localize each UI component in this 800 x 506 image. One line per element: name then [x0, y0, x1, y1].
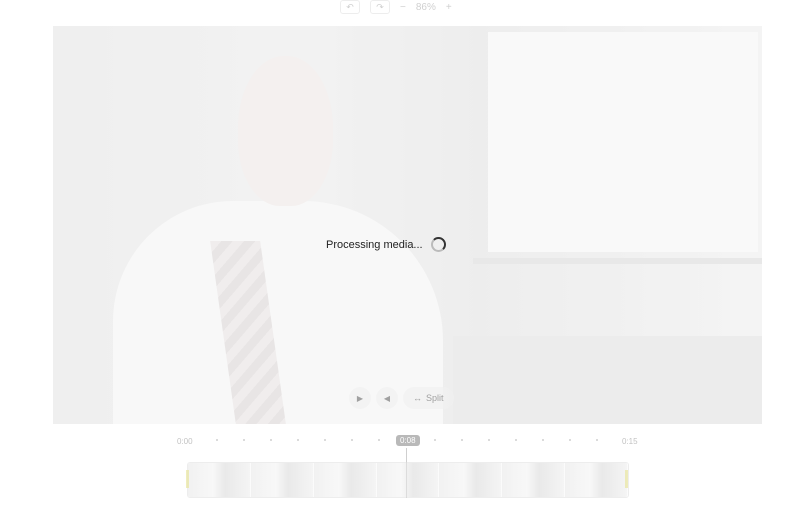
play-button[interactable]: ▶ [349, 387, 371, 409]
playhead-time[interactable]: 0:08 [396, 435, 420, 446]
ruler-tick [515, 439, 517, 441]
zoom-out-button[interactable]: − [400, 2, 406, 13]
filmstrip-frame [502, 463, 566, 497]
trim-handle-left[interactable] [186, 470, 189, 488]
ruler-tick [461, 439, 463, 441]
ruler-tick [324, 439, 326, 441]
top-toolbar: ↶ ↷ − 86% + [340, 0, 500, 14]
timeline-end-time: 0:15 [622, 437, 638, 446]
filmstrip-frame [313, 463, 377, 497]
playback-controls: ▶ ◀ ↔ Split [349, 387, 454, 409]
filmstrip-frame [376, 463, 440, 497]
ruler-tick [488, 439, 490, 441]
split-button[interactable]: ↔ Split [403, 387, 454, 409]
mute-button[interactable]: ◀ [376, 387, 398, 409]
split-label: Split [426, 393, 444, 403]
spinner-icon [430, 237, 446, 252]
undo-icon[interactable]: ↶ [340, 0, 360, 14]
filmstrip-frame [188, 463, 251, 497]
ruler-tick [297, 439, 299, 441]
trim-handle-right[interactable] [625, 470, 628, 488]
filmstrip-frame [250, 463, 314, 497]
ruler-tick [569, 439, 571, 441]
ruler-tick [434, 439, 436, 441]
play-icon: ▶ [356, 393, 364, 403]
ruler-tick [270, 439, 272, 441]
zoom-level: 86% [415, 1, 436, 13]
video-preview[interactable]: Processing media... ▶ ◀ ↔ Split [53, 26, 762, 424]
ruler-tick [243, 439, 245, 441]
filmstrip-frame [439, 463, 503, 497]
split-icon: ↔ [413, 393, 422, 403]
speaker-muted-icon: ◀ [383, 393, 391, 403]
processing-text: Processing media... [326, 238, 423, 251]
timeline-ruler[interactable]: 0:00 0:08 0:15 [172, 434, 642, 448]
ruler-tick [542, 439, 544, 441]
zoom-in-button[interactable]: + [446, 2, 452, 13]
filmstrip-frame [565, 463, 628, 497]
ruler-tick [216, 439, 218, 441]
processing-indicator: Processing media... [326, 237, 446, 252]
redo-icon[interactable]: ↷ [370, 0, 390, 14]
timeline-start-time: 0:00 [177, 437, 193, 446]
ruler-tick [351, 439, 353, 441]
ruler-tick [378, 439, 380, 441]
processing-overlay [53, 26, 762, 424]
filmstrip-track[interactable] [187, 462, 629, 498]
ruler-tick [596, 439, 598, 441]
